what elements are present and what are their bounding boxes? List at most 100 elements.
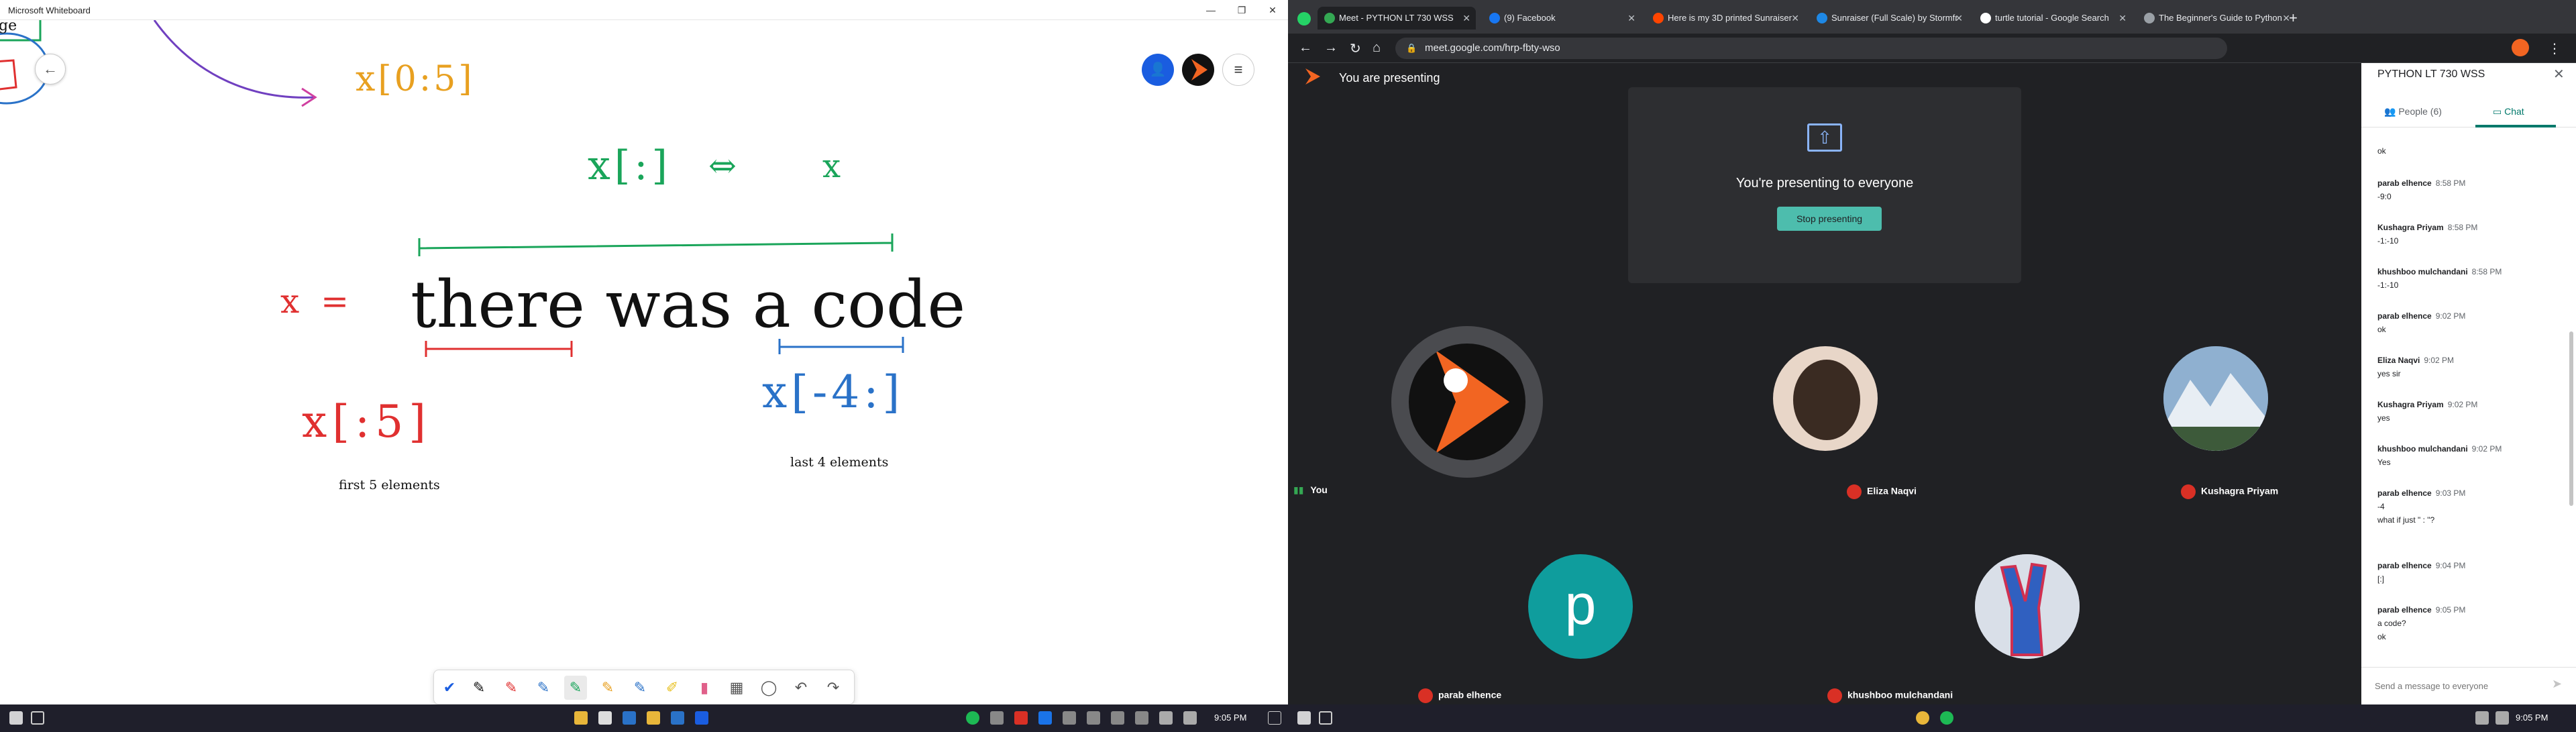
- file-explorer-icon[interactable]: [574, 711, 588, 725]
- ruler-icon[interactable]: ▦: [725, 676, 748, 700]
- participant-tile[interactable]: Kushagra Priyam: [2004, 298, 2361, 503]
- pen-red-icon[interactable]: ✎: [500, 676, 523, 700]
- stop-presenting-button[interactable]: Stop presenting: [1777, 207, 1882, 231]
- tray-icon-e[interactable]: [1111, 711, 1124, 725]
- clock[interactable]: 9:05 PM: [1214, 713, 1246, 723]
- task-view-icon[interactable]: [31, 711, 44, 725]
- chat-message: Kushagra Priyam 8:58 PM -1:-10: [2377, 223, 2477, 246]
- reload-icon[interactable]: ↻: [1350, 40, 1361, 57]
- tray-icon-f[interactable]: [1135, 711, 1148, 725]
- message-text: [:]: [2377, 574, 2385, 584]
- tab-close-icon[interactable]: ✕: [1627, 7, 1635, 30]
- message-sender: parab elhence: [2377, 178, 2432, 188]
- pen-cyan-icon[interactable]: ✎: [629, 676, 651, 700]
- pen-blue-icon[interactable]: ✎: [532, 676, 555, 700]
- message-text: what if just " : "?: [2377, 515, 2435, 525]
- participant-tile[interactable]: p parab elhence: [1415, 503, 1825, 704]
- chat-message: khushboo mulchandani 8:58 PM -1:-10: [2377, 267, 2502, 290]
- whiteboard-taskbar-icon[interactable]: [695, 711, 708, 725]
- ink-last4-slice: x[-4:]: [762, 366, 904, 418]
- tab-label: Meet - PYTHON LT 730 WSS: [1339, 13, 1454, 23]
- back-icon[interactable]: ←: [1299, 40, 1312, 56]
- chrome-icon[interactable]: [647, 711, 660, 725]
- tab-5[interactable]: The Beginner's Guide to Python ✕: [2137, 7, 2296, 30]
- tray-icon-d[interactable]: [1087, 711, 1100, 725]
- chat-compose: ➤: [2361, 667, 2576, 704]
- chrome-icon[interactable]: [1916, 711, 1929, 725]
- ink-canvas[interactable]: [0, 20, 1288, 704]
- lasso-icon[interactable]: ◯: [757, 676, 780, 700]
- tab-2[interactable]: Here is my 3D printed Sunraiser ✕: [1646, 7, 1805, 30]
- start-icon[interactable]: [9, 711, 23, 725]
- tab-0[interactable]: Meet - PYTHON LT 730 WSS ✕: [1318, 7, 1476, 30]
- edge-icon[interactable]: [623, 711, 636, 725]
- participant-tile[interactable]: ▮▮ You: [1288, 298, 1646, 503]
- tab-close-icon[interactable]: ✕: [1462, 7, 1470, 30]
- avatar: [1409, 344, 1525, 460]
- chat-scrollbar[interactable]: [2569, 331, 2573, 506]
- spotify-icon[interactable]: [1940, 711, 1953, 725]
- tray-icon-b[interactable]: [1038, 711, 1052, 725]
- tab-label: (9) Facebook: [1504, 13, 1556, 23]
- profile-avatar[interactable]: [2512, 39, 2529, 56]
- chat-input[interactable]: [2375, 677, 2542, 694]
- vscode-icon[interactable]: [671, 711, 684, 725]
- presenting-card: ⇧ You're presenting to everyone Stop pre…: [1628, 87, 2021, 283]
- redo-icon[interactable]: ↷: [822, 676, 845, 700]
- new-tab-icon[interactable]: +: [2289, 9, 2298, 27]
- avatar: [2163, 346, 2268, 451]
- message-text: yes: [2377, 413, 2390, 423]
- clock[interactable]: 9:05 PM: [2516, 713, 2548, 723]
- spotify-tray-icon[interactable]: [966, 711, 979, 725]
- url-input[interactable]: 🔒 meet.google.com/hrp-fbty-wso: [1395, 38, 2227, 59]
- tab-close-icon[interactable]: ✕: [2118, 7, 2127, 30]
- close-icon[interactable]: ✕: [1257, 0, 1288, 20]
- lock-icon: 🔒: [1406, 43, 1417, 53]
- ink-underline-red: [425, 341, 573, 357]
- participant-name: ▮▮ You: [1293, 484, 1328, 495]
- home-icon[interactable]: ⌂: [1373, 40, 1381, 56]
- highlighter-icon[interactable]: ✐: [661, 676, 684, 700]
- more-menu-icon[interactable]: ⋮: [2548, 40, 2561, 57]
- message-sender: parab elhence: [2377, 561, 2432, 570]
- send-icon[interactable]: ➤: [2552, 677, 2562, 691]
- notification-icon[interactable]: [1268, 711, 1281, 725]
- mic-tray-icon[interactable]: [1014, 711, 1028, 725]
- eraser-icon[interactable]: ▮: [693, 676, 716, 700]
- tab-3[interactable]: Sunraiser (Full Scale) by Stormfr ✕: [1810, 7, 1968, 30]
- pen-black-icon[interactable]: ✎: [468, 676, 490, 700]
- tab-close-icon[interactable]: ✕: [1955, 7, 1963, 30]
- maximize-icon[interactable]: ❐: [1226, 0, 1257, 20]
- volume-icon[interactable]: [2496, 711, 2509, 725]
- account-button[interactable]: 👤: [1142, 54, 1174, 86]
- pen-green-icon[interactable]: ✎: [564, 676, 587, 700]
- task-view-icon[interactable]: [1319, 711, 1332, 725]
- ink-equivalence-arrow: ⇔: [708, 146, 737, 185]
- store-icon[interactable]: [598, 711, 612, 725]
- tab-favicon-icon: [1980, 13, 1991, 23]
- network-icon[interactable]: [2475, 711, 2489, 725]
- message-sender: Eliza Naqvi: [2377, 356, 2420, 365]
- back-button[interactable]: ←: [35, 54, 66, 85]
- tray-icon-c[interactable]: [1063, 711, 1076, 725]
- tab-close-icon[interactable]: ✕: [1791, 7, 1799, 30]
- chat-message: khushboo mulchandani 9:02 PM Yes: [2377, 444, 2502, 467]
- presenter-avatar[interactable]: [1182, 54, 1214, 86]
- tab-1[interactable]: (9) Facebook ✕: [1483, 7, 1641, 30]
- participant-tile[interactable]: khushboo mulchandani: [1825, 503, 2234, 704]
- start-icon[interactable]: [1297, 711, 1311, 725]
- whatsapp-icon[interactable]: [1297, 12, 1311, 25]
- select-tool-icon[interactable]: ✔: [438, 676, 461, 700]
- volume-icon[interactable]: [1183, 711, 1197, 725]
- participant-tile[interactable]: Eliza Naqvi: [1646, 298, 2004, 503]
- minimize-icon[interactable]: —: [1195, 0, 1226, 20]
- settings-menu-button[interactable]: ≡: [1222, 54, 1254, 86]
- presenting-label: You are presenting: [1339, 71, 1440, 85]
- message-text: -1:-10: [2377, 280, 2399, 290]
- undo-icon[interactable]: ↶: [790, 676, 812, 700]
- tray-icon-a[interactable]: [990, 711, 1004, 725]
- forward-icon[interactable]: →: [1324, 40, 1338, 56]
- tab-4[interactable]: turtle tutorial - Google Search ✕: [1974, 7, 2132, 30]
- pen-orange-icon[interactable]: ✎: [596, 676, 619, 700]
- wifi-icon[interactable]: [1159, 711, 1173, 725]
